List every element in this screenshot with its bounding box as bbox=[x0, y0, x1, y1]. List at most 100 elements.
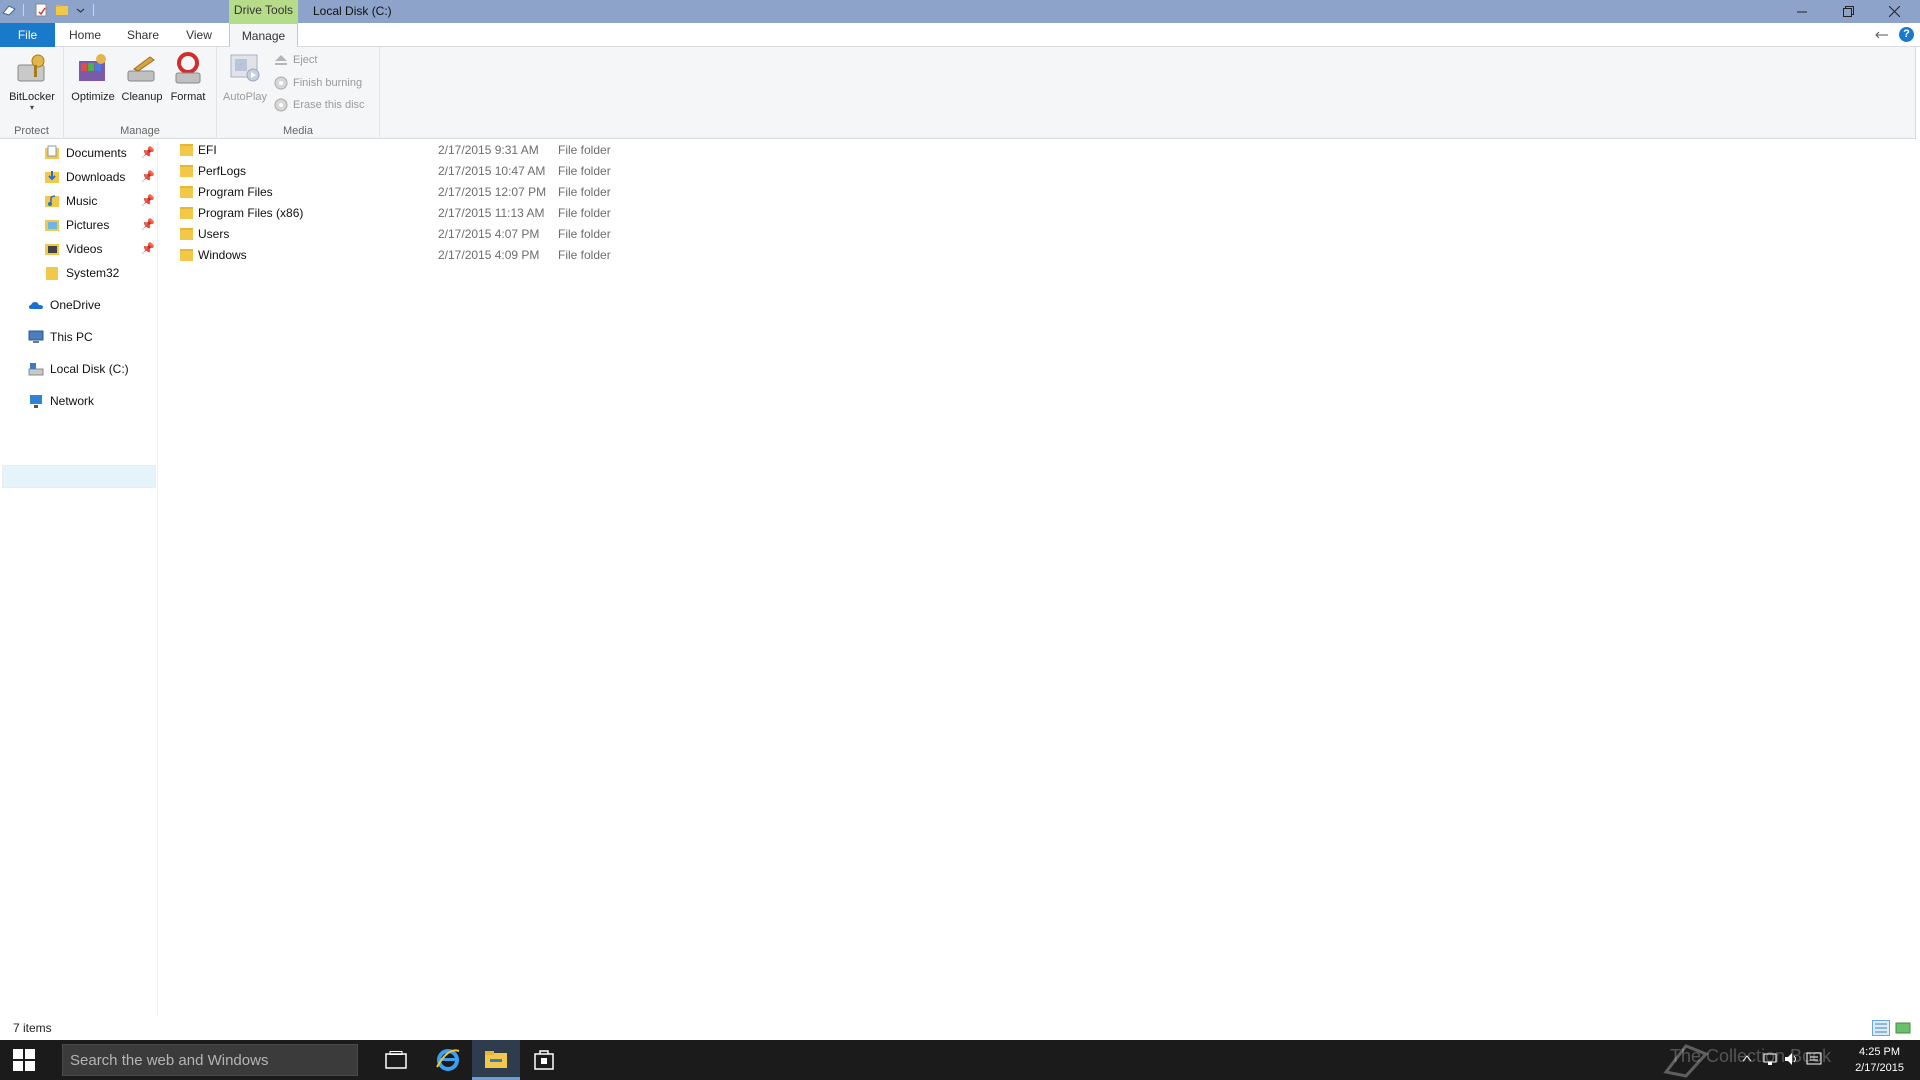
file-row[interactable]: PerfLogs 2/17/2015 10:47 AM File folder bbox=[170, 161, 630, 182]
search-box[interactable]: Search the web and Windows bbox=[62, 1044, 358, 1076]
file-type: File folder bbox=[558, 248, 611, 262]
file-row[interactable]: Users 2/17/2015 4:07 PM File folder bbox=[170, 224, 630, 245]
minimize-ribbon-icon[interactable] bbox=[1875, 30, 1889, 40]
nav-item-label: Documents bbox=[66, 146, 127, 160]
minimize-icon bbox=[1797, 11, 1807, 12]
nav-item-downloads[interactable]: Downloads bbox=[44, 166, 125, 188]
new-folder-icon[interactable] bbox=[55, 3, 69, 17]
taskbar: Search the web and Windows The Collectio… bbox=[0, 1040, 1920, 1080]
nav-item-documents[interactable]: Documents bbox=[44, 142, 127, 164]
eject-button[interactable]: Eject bbox=[274, 54, 317, 66]
restore-button[interactable] bbox=[1825, 0, 1871, 23]
file-row[interactable]: Program Files (x86) 2/17/2015 11:13 AM F… bbox=[170, 203, 630, 224]
pictures-icon bbox=[45, 220, 59, 231]
task-view-icon bbox=[385, 1051, 407, 1069]
autoplay-label: AutoPlay bbox=[222, 91, 268, 103]
large-icons-view-icon[interactable] bbox=[1894, 1020, 1912, 1036]
format-button[interactable]: Format bbox=[162, 51, 214, 103]
clock-time: 4:25 PM bbox=[1859, 1046, 1901, 1058]
nav-item-label: System32 bbox=[66, 266, 120, 280]
file-name: Program Files (x86) bbox=[198, 206, 304, 220]
chevron-up-icon[interactable] bbox=[1742, 1054, 1752, 1062]
volume-icon[interactable] bbox=[1784, 1052, 1800, 1066]
chevron-down-icon[interactable] bbox=[76, 3, 85, 17]
task-view-button[interactable] bbox=[372, 1040, 420, 1080]
network-icon bbox=[30, 395, 42, 408]
nav-item-videos[interactable]: Videos bbox=[44, 238, 102, 260]
nav-item-onedrive[interactable]: OneDrive bbox=[28, 294, 101, 316]
optimize-button[interactable]: Optimize bbox=[64, 51, 122, 103]
pin-icon[interactable]: 📌 bbox=[141, 170, 155, 183]
windows-logo-icon bbox=[13, 1049, 35, 1071]
separator bbox=[93, 4, 94, 16]
book-logo-icon bbox=[1663, 1044, 1709, 1078]
pin-icon[interactable]: 📌 bbox=[141, 146, 155, 159]
navigation-pane: Documents 📌 Downloads 📌 Music 📌 Pictures… bbox=[0, 140, 158, 1016]
close-button[interactable] bbox=[1871, 0, 1917, 23]
file-name: PerfLogs bbox=[198, 164, 247, 178]
status-bar: 7 items bbox=[0, 1016, 1920, 1040]
eject-label: Eject bbox=[293, 54, 318, 66]
finish-burning-button[interactable]: Finish burning bbox=[274, 76, 362, 90]
nav-item-localdisk[interactable]: Local Disk (C:) bbox=[28, 358, 129, 380]
file-date: 2/17/2015 10:47 AM bbox=[438, 164, 546, 178]
file-row[interactable]: Program Files 2/17/2015 12:07 PM File fo… bbox=[170, 182, 630, 203]
file-date: 2/17/2015 4:09 PM bbox=[438, 248, 540, 262]
properties-icon[interactable] bbox=[34, 3, 48, 17]
action-center-icon[interactable] bbox=[1806, 1052, 1822, 1066]
bitlocker-button[interactable]: BitLocker ▾ bbox=[3, 51, 61, 112]
nav-item-system32[interactable]: System32 bbox=[44, 262, 119, 284]
disc-erase-icon bbox=[274, 98, 288, 112]
search-placeholder: Search the web and Windows bbox=[70, 1052, 269, 1069]
file-type: File folder bbox=[558, 185, 611, 199]
autoplay-icon bbox=[230, 54, 260, 82]
nav-item-thispc[interactable]: This PC bbox=[28, 326, 93, 348]
nav-item-network[interactable]: Network bbox=[28, 390, 94, 412]
file-type: File folder bbox=[558, 143, 611, 157]
file-date: 2/17/2015 4:07 PM bbox=[438, 227, 540, 241]
tab-view[interactable]: View bbox=[176, 23, 222, 47]
nav-item-label: This PC bbox=[50, 330, 93, 344]
tab-share[interactable]: Share bbox=[120, 23, 166, 47]
network-icon[interactable] bbox=[1762, 1052, 1778, 1066]
file-row[interactable]: EFI 2/17/2015 9:31 AM File folder bbox=[170, 140, 630, 161]
file-explorer-button[interactable] bbox=[472, 1040, 520, 1080]
cleanup-icon bbox=[127, 56, 155, 82]
nav-item-pictures[interactable]: Pictures bbox=[44, 214, 109, 236]
clock[interactable]: 4:25 PM 2/17/2015 bbox=[1855, 1044, 1904, 1076]
restore-icon bbox=[1842, 6, 1854, 17]
chevron-down-icon: ▾ bbox=[29, 103, 34, 112]
close-icon bbox=[1888, 6, 1900, 17]
file-explorer-icon bbox=[485, 1050, 507, 1068]
internet-explorer-button[interactable] bbox=[424, 1040, 472, 1080]
tab-home[interactable]: Home bbox=[62, 23, 108, 47]
nav-item-music[interactable]: Music bbox=[44, 190, 97, 212]
erase-disc-button[interactable]: Erase this disc bbox=[274, 98, 365, 112]
pin-icon[interactable]: 📌 bbox=[141, 242, 155, 255]
title-bar: Drive Tools Local Disk (C:) bbox=[0, 0, 1920, 23]
file-row[interactable]: Windows 2/17/2015 4:09 PM File folder bbox=[170, 245, 630, 266]
file-date: 2/17/2015 9:31 AM bbox=[438, 143, 539, 157]
nav-item-label: Music bbox=[66, 194, 98, 208]
tab-manage[interactable]: Manage bbox=[229, 23, 298, 48]
separator bbox=[23, 4, 24, 16]
help-icon[interactable]: ? bbox=[1899, 27, 1914, 42]
item-count: 7 items bbox=[13, 1021, 52, 1035]
cleanup-button[interactable]: Cleanup bbox=[116, 51, 168, 103]
nav-item-thispc-highlight bbox=[2, 465, 156, 488]
explorer-icon[interactable] bbox=[2, 3, 16, 17]
drive-icon bbox=[28, 363, 44, 376]
file-date: 2/17/2015 11:13 AM bbox=[438, 206, 545, 220]
ribbon-group-protect: BitLocker ▾ Protect bbox=[0, 47, 64, 139]
details-view-icon[interactable] bbox=[1872, 1020, 1890, 1036]
store-button[interactable] bbox=[520, 1040, 568, 1080]
minimize-button[interactable] bbox=[1779, 0, 1825, 23]
ribbon-group-manage: Optimize Cleanup Format Manage bbox=[64, 47, 217, 139]
pin-icon[interactable]: 📌 bbox=[141, 218, 155, 231]
autoplay-button[interactable]: AutoPlay bbox=[219, 51, 271, 103]
tab-file[interactable]: File bbox=[0, 23, 55, 47]
pin-icon[interactable]: 📌 bbox=[141, 194, 155, 207]
file-name: Program Files bbox=[198, 185, 273, 199]
start-button[interactable] bbox=[0, 1040, 48, 1080]
file-name: Users bbox=[198, 227, 230, 241]
